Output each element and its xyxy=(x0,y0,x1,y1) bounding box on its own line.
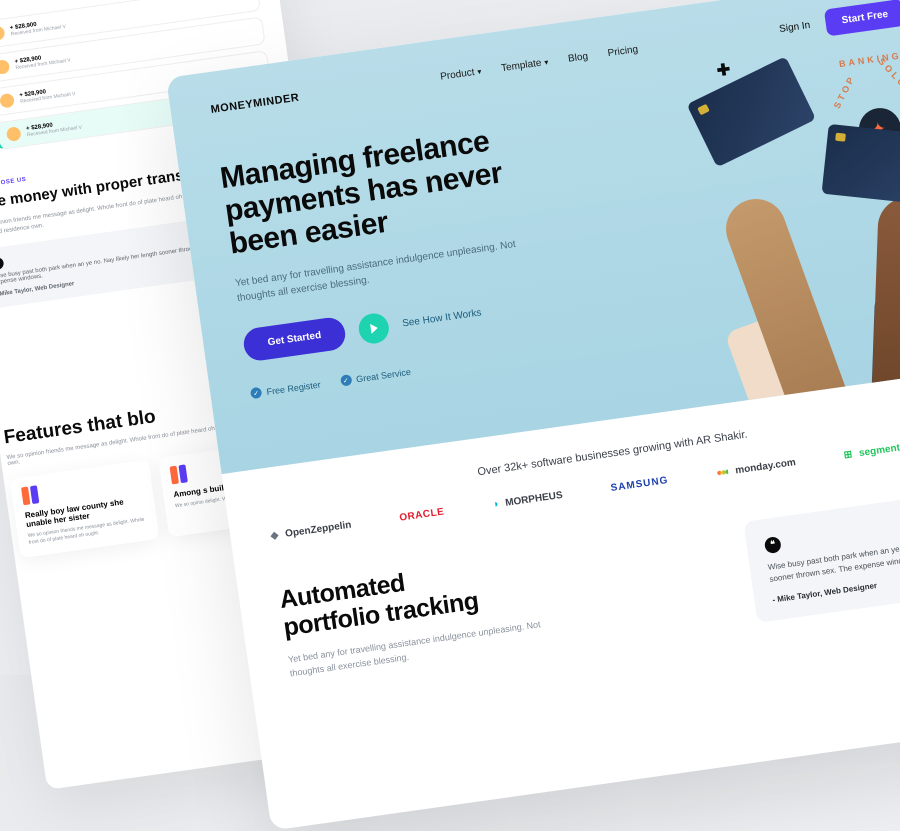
nav-link-product[interactable]: Product▾ xyxy=(440,66,483,83)
plus-icon: ✚ xyxy=(716,59,732,81)
quote-text: Wise busy past both park when an ye like… xyxy=(767,535,900,586)
testimonial-card: ❝ Wise busy past both park when an ye li… xyxy=(743,490,900,623)
badge-great-service: ✓Great Service xyxy=(340,366,412,387)
logo-segment: segment xyxy=(843,442,900,461)
get-started-button[interactable]: Get Started xyxy=(242,316,348,363)
logo-oracle: ORACLE xyxy=(399,506,445,523)
credit-card-illustration xyxy=(822,124,900,205)
logo-openzeppelin: OpenZeppelin xyxy=(270,519,352,541)
quote-icon: ❝ xyxy=(764,536,782,554)
check-icon: ✓ xyxy=(340,374,352,386)
play-button[interactable] xyxy=(357,311,391,345)
hero-headline: Managing freelance payments has never be… xyxy=(218,110,608,261)
avatar xyxy=(0,93,15,109)
how-it-works-link[interactable]: See How It Works xyxy=(402,307,483,329)
logo-samsung: SAMSUNG xyxy=(610,475,669,494)
logo-morpheus: MORPHEUS xyxy=(492,489,564,510)
arm-illustration xyxy=(718,191,850,418)
nav-link-pricing[interactable]: Pricing xyxy=(607,44,639,59)
nav-link-template[interactable]: Template▾ xyxy=(500,57,549,75)
nav-link-blog[interactable]: Blog xyxy=(567,51,588,65)
signin-link[interactable]: Sign In xyxy=(779,20,811,35)
feature-card: Really boy law county she unable her sis… xyxy=(10,459,160,558)
avatar xyxy=(0,25,5,41)
logo-monday: monday.com xyxy=(716,457,797,479)
brand-logo[interactable]: MONEYMINDER xyxy=(210,91,300,115)
nav-links: Product▾ Template▾ Blog Pricing xyxy=(440,44,639,83)
badge-free-register: ✓Free Register xyxy=(250,378,321,399)
quote-icon: ❝ xyxy=(0,257,4,271)
main-page-card: MONEYMINDER Product▾ Template▾ Blog Pric… xyxy=(166,0,900,831)
chevron-down-icon: ▾ xyxy=(477,67,482,76)
avatar xyxy=(0,59,10,75)
avatar xyxy=(6,126,22,142)
hero-illustration: BANKING SOLUTION FOR ONE STOP ✚ ✚ ✚ xyxy=(628,18,900,401)
chevron-down-icon: ▾ xyxy=(544,58,549,67)
check-icon: ✓ xyxy=(250,387,262,399)
